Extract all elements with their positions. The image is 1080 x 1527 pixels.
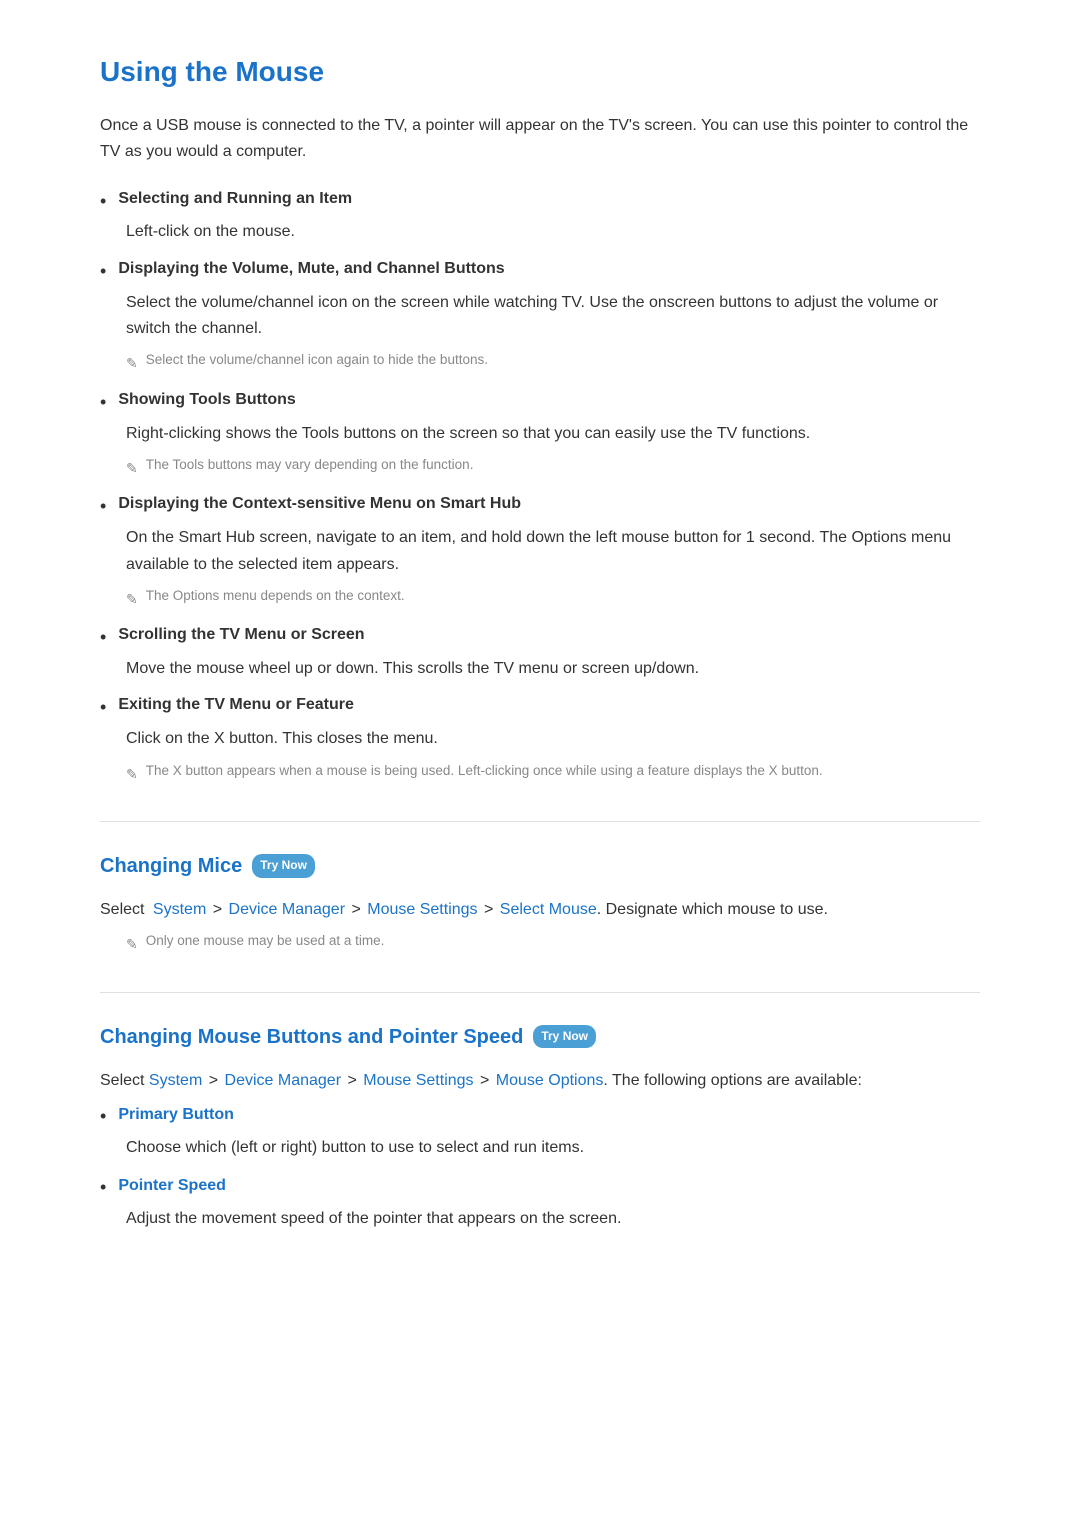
bullet-body-selecting: Left-click on the mouse.: [126, 219, 980, 245]
note-text-tools: The Tools buttons may vary depending on …: [146, 455, 474, 475]
bullet-dot-selecting: •: [100, 187, 106, 216]
note-text-mice: Only one mouse may be used at a time.: [146, 931, 385, 951]
note-mice: ✎ Only one mouse may be used at a time.: [126, 931, 980, 955]
try-now-badge-buttons[interactable]: Try Now: [533, 1025, 596, 1048]
changing-mice-title-text: Changing Mice: [100, 850, 242, 882]
bullet-scrolling: • Scrolling the TV Menu or Screen Move t…: [100, 622, 980, 682]
nav-link-mouseoptions-buttons[interactable]: Mouse Options: [496, 1072, 604, 1089]
main-bullets-list: • Selecting and Running an Item Left-cli…: [100, 186, 980, 785]
nav-arrow-3-mice: >: [484, 901, 498, 918]
nav-arrow-2-buttons: >: [347, 1072, 361, 1089]
sub-bullet-dot-primary: •: [100, 1102, 106, 1131]
bullet-dot-scrolling: •: [100, 623, 106, 652]
bullet-body-exiting: Click on the X button. This closes the m…: [126, 726, 980, 752]
try-now-badge-mice[interactable]: Try Now: [252, 854, 315, 877]
bullet-dot-tools: •: [100, 388, 106, 417]
bullet-exiting: • Exiting the TV Menu or Feature Click o…: [100, 692, 980, 785]
bullet-context: • Displaying the Context-sensitive Menu …: [100, 491, 980, 610]
nav-link-system-buttons[interactable]: System: [149, 1072, 202, 1089]
bullet-body-scrolling: Move the mouse wheel up or down. This sc…: [126, 656, 980, 682]
nav-link-devmgr-buttons[interactable]: Device Manager: [225, 1072, 342, 1089]
nav-arrow-1-mice: >: [213, 901, 227, 918]
note-pencil-icon-tools: ✎: [126, 457, 138, 479]
bullet-tools: • Showing Tools Buttons Right-clicking s…: [100, 387, 980, 480]
note-pencil-icon-context: ✎: [126, 588, 138, 610]
changing-mice-title: Changing Mice Try Now: [100, 850, 980, 882]
nav-link-mousesettings-buttons[interactable]: Mouse Settings: [363, 1072, 473, 1089]
sub-bullet-body-primary: Choose which (left or right) button to u…: [126, 1135, 980, 1161]
note-text-volume: Select the volume/channel icon again to …: [146, 350, 488, 370]
sub-bullet-pointer: • Pointer Speed Adjust the movement spee…: [100, 1173, 980, 1232]
bullet-selecting: • Selecting and Running an Item Left-cli…: [100, 186, 980, 246]
note-pencil-icon-mice: ✎: [126, 933, 138, 955]
changing-mice-section: Changing Mice Try Now Select System > De…: [100, 850, 980, 956]
sub-bullet-heading-primary: Primary Button: [118, 1102, 234, 1128]
bullet-body-tools: Right-clicking shows the Tools buttons o…: [126, 421, 980, 447]
nav-arrow-2-mice: >: [351, 901, 365, 918]
intro-text: Once a USB mouse is connected to the TV,…: [100, 113, 980, 166]
bullet-heading-context: Displaying the Context-sensitive Menu on…: [118, 491, 521, 517]
bullet-volume: • Displaying the Volume, Mute, and Chann…: [100, 256, 980, 375]
note-pencil-icon-exiting: ✎: [126, 763, 138, 785]
changing-mice-nav-suffix: Designate which mouse to use.: [606, 901, 828, 918]
changing-buttons-nav: Select System > Device Manager > Mouse S…: [100, 1067, 980, 1094]
sub-bullet-primary: • Primary Button Choose which (left or r…: [100, 1102, 980, 1161]
note-tools: ✎ The Tools buttons may vary depending o…: [126, 455, 980, 479]
changing-mice-nav: Select System > Device Manager > Mouse S…: [100, 896, 980, 923]
bullet-dot-context: •: [100, 492, 106, 521]
note-exiting: ✎ The X button appears when a mouse is b…: [126, 761, 980, 785]
sub-bullet-dot-pointer: •: [100, 1173, 106, 1202]
bullet-dot-volume: •: [100, 257, 106, 286]
sub-bullet-heading-pointer: Pointer Speed: [118, 1173, 226, 1199]
note-pencil-icon-volume: ✎: [126, 352, 138, 374]
bullet-heading-scrolling: Scrolling the TV Menu or Screen: [118, 622, 364, 648]
note-volume: ✎ Select the volume/channel icon again t…: [126, 350, 980, 374]
nav-suffix-mice: .: [597, 901, 606, 918]
bullet-heading-exiting: Exiting the TV Menu or Feature: [118, 692, 354, 718]
divider-2: [100, 992, 980, 993]
bullet-heading-volume: Displaying the Volume, Mute, and Channel…: [118, 256, 504, 282]
note-context: ✎ The Options menu depends on the contex…: [126, 586, 980, 610]
nav-link-system-mice[interactable]: System: [153, 901, 206, 918]
bullet-body-volume: Select the volume/channel icon on the sc…: [126, 290, 980, 343]
bullet-heading-selecting: Selecting and Running an Item: [118, 186, 352, 212]
changing-buttons-section: Changing Mouse Buttons and Pointer Speed…: [100, 1021, 980, 1233]
nav-arrow-1-buttons: >: [209, 1072, 223, 1089]
nav-link-selectmouse-mice[interactable]: Select Mouse: [500, 901, 597, 918]
page-title: Using the Mouse: [100, 50, 980, 95]
note-text-exiting: The X button appears when a mouse is bei…: [146, 761, 823, 781]
changing-buttons-title-text: Changing Mouse Buttons and Pointer Speed: [100, 1021, 523, 1053]
sub-bullet-body-pointer: Adjust the movement speed of the pointer…: [126, 1206, 980, 1232]
nav-arrow-3-buttons: >: [480, 1072, 494, 1089]
divider-1: [100, 821, 980, 822]
bullet-body-context: On the Smart Hub screen, navigate to an …: [126, 525, 980, 578]
changing-buttons-nav-prefix: Select: [100, 1072, 144, 1089]
nav-link-mousesettings-mice[interactable]: Mouse Settings: [367, 901, 477, 918]
changing-mice-nav-prefix: Select: [100, 901, 144, 918]
bullet-dot-exiting: •: [100, 693, 106, 722]
changing-buttons-title: Changing Mouse Buttons and Pointer Speed…: [100, 1021, 980, 1053]
page-container: Using the Mouse Once a USB mouse is conn…: [60, 0, 1020, 1344]
changing-buttons-nav-suffix: The following options are available:: [612, 1072, 862, 1089]
nav-link-devmgr-mice[interactable]: Device Manager: [229, 901, 346, 918]
bullet-heading-tools: Showing Tools Buttons: [118, 387, 295, 413]
nav-period-buttons: .: [603, 1072, 612, 1089]
note-text-context: The Options menu depends on the context.: [146, 586, 405, 606]
